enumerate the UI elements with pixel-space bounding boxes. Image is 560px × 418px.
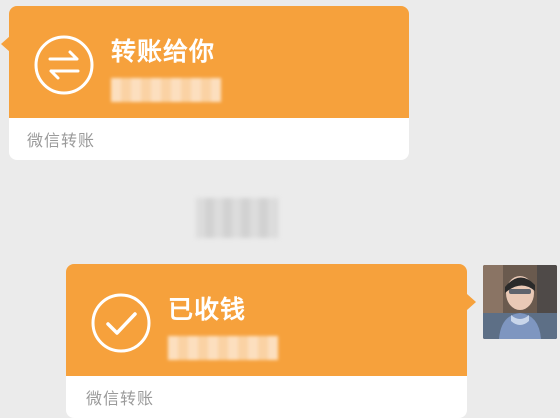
sent-transfer-card-footer: 微信转账 xyxy=(66,376,467,418)
sent-transfer-card[interactable]: 已收钱 微信转账 xyxy=(66,264,476,418)
transfer-arrows-icon xyxy=(33,34,95,96)
sent-transfer-amount-obscured xyxy=(168,336,278,360)
received-transfer-title: 转账给你 xyxy=(111,37,216,66)
received-transfer-card-footer: 微信转账 xyxy=(9,118,409,160)
sent-transfer-card-top: 已收钱 xyxy=(66,264,467,376)
chat-area: 转账给你 微信转账 已收钱 微信转账 xyxy=(0,0,560,418)
received-transfer-footer-label: 微信转账 xyxy=(27,131,96,150)
sent-transfer-footer-label: 微信转账 xyxy=(86,389,155,408)
checkmark-icon xyxy=(90,292,152,354)
timestamp-obscured xyxy=(196,198,278,238)
received-transfer-amount-obscured xyxy=(111,78,221,102)
received-transfer-card[interactable]: 转账给你 微信转账 xyxy=(1,6,409,160)
sent-transfer-title: 已收钱 xyxy=(168,295,247,324)
received-transfer-card-top: 转账给你 xyxy=(9,6,409,118)
user-avatar-photo xyxy=(483,265,557,339)
user-avatar[interactable] xyxy=(483,265,557,339)
bubble-tail-right xyxy=(467,294,476,310)
